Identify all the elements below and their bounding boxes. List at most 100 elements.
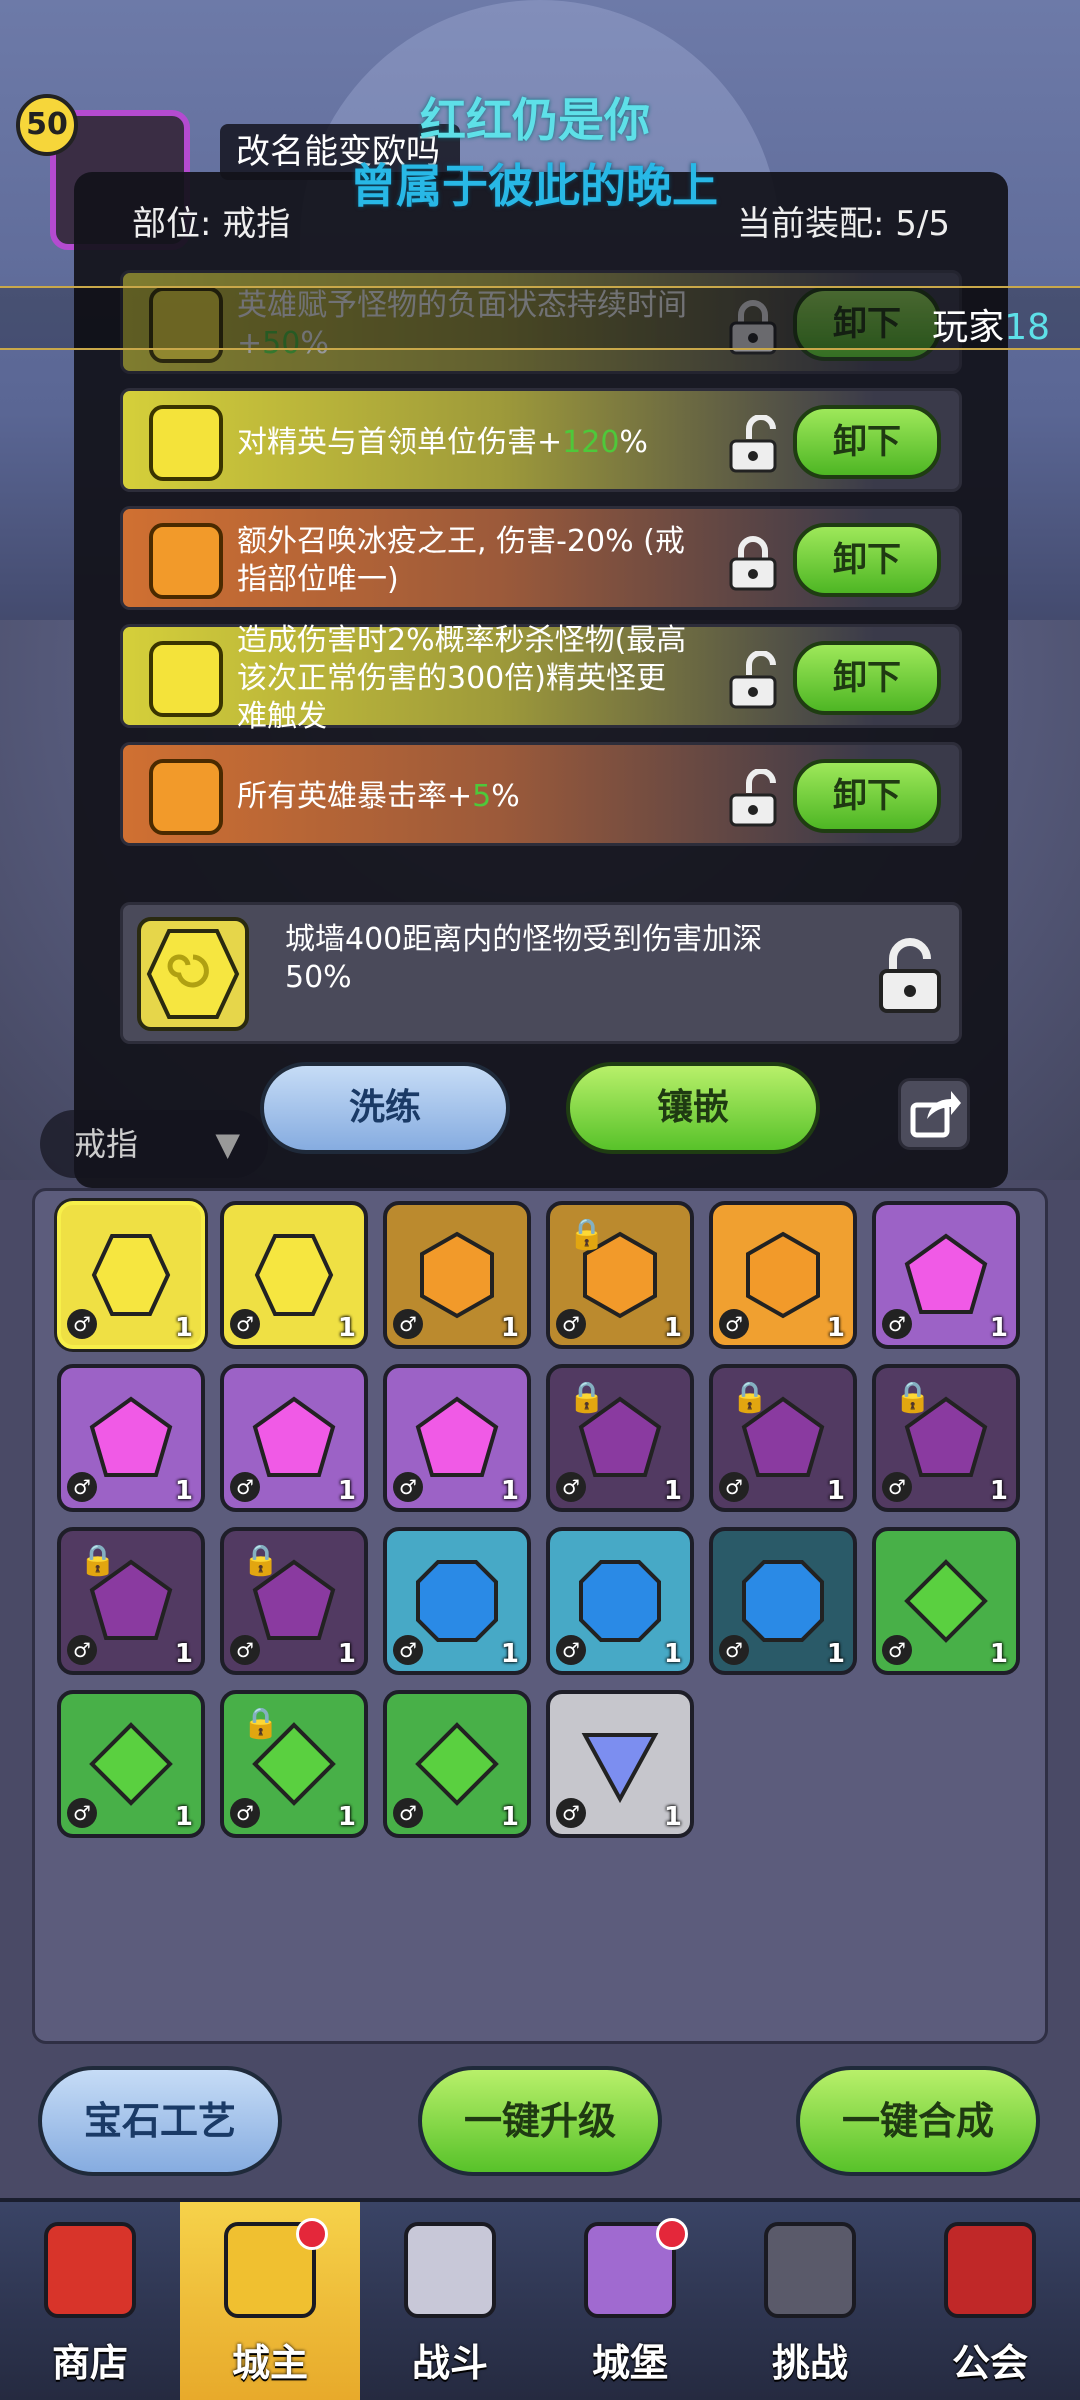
announcement-ticker: 玩家18 — [0, 286, 1080, 350]
lock-icon: 🔒 — [568, 1380, 606, 1415]
gem-icon[interactable] — [149, 523, 223, 599]
male-icon: ♂ — [882, 1635, 912, 1665]
bonus-gem-icon[interactable] — [137, 917, 249, 1031]
gem-slot[interactable]: ♂ 1 — [383, 1201, 531, 1349]
male-icon: ♂ — [393, 1635, 423, 1665]
male-icon: ♂ — [67, 1309, 97, 1339]
gem-slot[interactable]: ♂ 1 — [709, 1201, 857, 1349]
gem-slot[interactable]: ♂ 1 — [57, 1364, 205, 1512]
filter-label: 戒指 — [74, 1125, 139, 1163]
gem-slot[interactable]: 🔒 ♂ 1 — [546, 1364, 694, 1512]
male-icon: ♂ — [556, 1798, 586, 1828]
gem-icon[interactable] — [149, 405, 223, 481]
gem-inventory-grid: ♂ 1 ♂ 1 ♂ 1 🔒 ♂ 1 ♂ 1 ♂ 1 ♂ 1 ♂ 1 ♂ 1 🔒 ♂ 1 🔒 ♂ 1 🔒 ♂ 1 🔒 ♂ 1 🔒 ♂ 1 ♂ 1 ♂ 1 ♂ 1… — [32, 1188, 1048, 2044]
male-icon: ♂ — [882, 1472, 912, 1502]
gem-type-filter[interactable]: 戒指 ▼ — [40, 1110, 268, 1178]
nav-shop[interactable]: 商店 — [0, 2202, 180, 2400]
gem-slot[interactable]: ♂ 1 — [872, 1527, 1020, 1675]
unequip-button[interactable]: 卸下 — [793, 641, 941, 715]
male-icon: ♂ — [556, 1472, 586, 1502]
gem-effect-text: 额外召唤冰疫之王, 伤害-20% (戒指部位唯一) — [237, 524, 685, 597]
male-icon: ♂ — [719, 1309, 749, 1339]
blue-swirl-gem-icon — [416, 1560, 498, 1642]
ticker-text: 玩家18 — [932, 307, 1050, 348]
unequip-button[interactable]: 卸下 — [793, 759, 941, 833]
gem-count: 1 — [500, 1639, 519, 1669]
unequip-button[interactable]: 卸下 — [793, 405, 941, 479]
bonus-effect-box: 城墙400距离内的怪物受到伤害加深50% — [120, 902, 962, 1044]
blue-octagon-gem-icon — [742, 1560, 824, 1642]
gem-count: 1 — [337, 1313, 356, 1343]
nav-demon[interactable]: 挑战 — [720, 2202, 900, 2400]
gem-count: 1 — [500, 1313, 519, 1343]
gem-count: 1 — [989, 1313, 1008, 1343]
one-click-merge-button[interactable]: 一键合成 — [796, 2066, 1040, 2176]
orange-hex-gem-icon — [420, 1231, 494, 1319]
gem-slot[interactable]: ♂ 1 — [57, 1201, 205, 1349]
gem-slot[interactable]: ♂ 1 — [220, 1201, 368, 1349]
gem-slot[interactable]: ♂ 1 — [709, 1527, 857, 1675]
one-click-upgrade-button[interactable]: 一键升级 — [418, 2066, 662, 2176]
gem-count: 1 — [663, 1639, 682, 1669]
gem-slot[interactable]: ♂ 1 — [546, 1527, 694, 1675]
gem-effect-text: 对精英与首领单位伤害+120% — [237, 425, 648, 460]
gem-slot[interactable]: ♂ 1 — [383, 1527, 531, 1675]
nav-label: 挑战 — [771, 2341, 848, 2385]
unequip-button[interactable]: 卸下 — [793, 523, 941, 597]
yellow-swirl-gem-icon — [91, 1234, 171, 1316]
bonus-lock-icon[interactable] — [875, 935, 945, 1015]
gem-slot[interactable]: 🔒 ♂ 1 — [546, 1201, 694, 1349]
gem-slot[interactable]: ♂ 1 — [872, 1201, 1020, 1349]
gem-slot[interactable]: ♂ 1 — [220, 1364, 368, 1512]
pink-swirl-gem-icon — [415, 1396, 499, 1477]
gem-effect-row: 造成伤害时2%概率秒杀怪物(最高该次正常伤害的300倍)精英怪更难触发 卸下 — [120, 623, 962, 734]
gem-count: 1 — [989, 1639, 1008, 1669]
danmaku-line-1: 红红仍是你 — [420, 93, 650, 147]
nav-crown[interactable]: 城主 — [180, 2202, 360, 2400]
male-icon: ♂ — [393, 1472, 423, 1502]
gem-slot[interactable]: 🔒 ♂ 1 — [220, 1690, 368, 1838]
gem-slot[interactable]: 🔒 ♂ 1 — [57, 1527, 205, 1675]
gem-slot[interactable]: ♂ 1 — [57, 1690, 205, 1838]
unlock-icon[interactable] — [725, 769, 781, 827]
yellow-swirl-gem-icon — [254, 1234, 334, 1316]
nav-guild-banner[interactable]: 公会 — [900, 2202, 1080, 2400]
gem-slot[interactable]: ♂ 1 — [383, 1364, 531, 1512]
gem-effect-row: 对精英与首领单位伤害+120% 卸下 — [120, 388, 962, 492]
unlock-icon[interactable] — [725, 651, 781, 709]
nav-swords[interactable]: 战斗 — [360, 2202, 540, 2400]
pink-pentagon-gem-icon — [904, 1233, 988, 1314]
gem-icon[interactable] — [149, 759, 223, 835]
lock-icon: 🔒 — [894, 1380, 932, 1415]
green-swirl-gem-icon — [415, 1722, 499, 1806]
male-icon: ♂ — [67, 1798, 97, 1828]
refine-button[interactable]: 洗练 — [260, 1062, 510, 1154]
gem-slot[interactable]: 🔒 ♂ 1 — [872, 1364, 1020, 1512]
unlock-icon[interactable] — [725, 415, 781, 473]
swords-icon — [404, 2222, 496, 2318]
male-icon: ♂ — [230, 1472, 260, 1502]
gem-count: 1 — [663, 1476, 682, 1506]
nav-label: 战斗 — [411, 2341, 488, 2385]
gem-icon[interactable] — [149, 641, 223, 717]
gem-slot[interactable]: 🔒 ♂ 1 — [220, 1527, 368, 1675]
notification-dot — [296, 2218, 328, 2250]
nav-label: 城堡 — [591, 2341, 668, 2385]
gem-slot[interactable]: ♂ 1 — [546, 1690, 694, 1838]
blue-swirl-gem-icon — [579, 1560, 661, 1642]
gem-slot[interactable]: 🔒 ♂ 1 — [709, 1364, 857, 1512]
gem-count: 1 — [337, 1476, 356, 1506]
gem-count: 1 — [174, 1476, 193, 1506]
lock-icon[interactable] — [725, 533, 781, 591]
gem-count: 1 — [826, 1639, 845, 1669]
gem-slot[interactable]: ♂ 1 — [383, 1690, 531, 1838]
gem-craft-button[interactable]: 宝石工艺 — [38, 2066, 282, 2176]
gem-count: 1 — [663, 1313, 682, 1343]
gem-count: 1 — [337, 1639, 356, 1669]
share-icon[interactable] — [898, 1078, 970, 1150]
nav-castle[interactable]: 城堡 — [540, 2202, 720, 2400]
nav-label: 城主 — [231, 2341, 308, 2385]
inlay-button[interactable]: 镶嵌 — [566, 1062, 820, 1154]
male-icon: ♂ — [719, 1635, 749, 1665]
gem-count: 1 — [826, 1476, 845, 1506]
